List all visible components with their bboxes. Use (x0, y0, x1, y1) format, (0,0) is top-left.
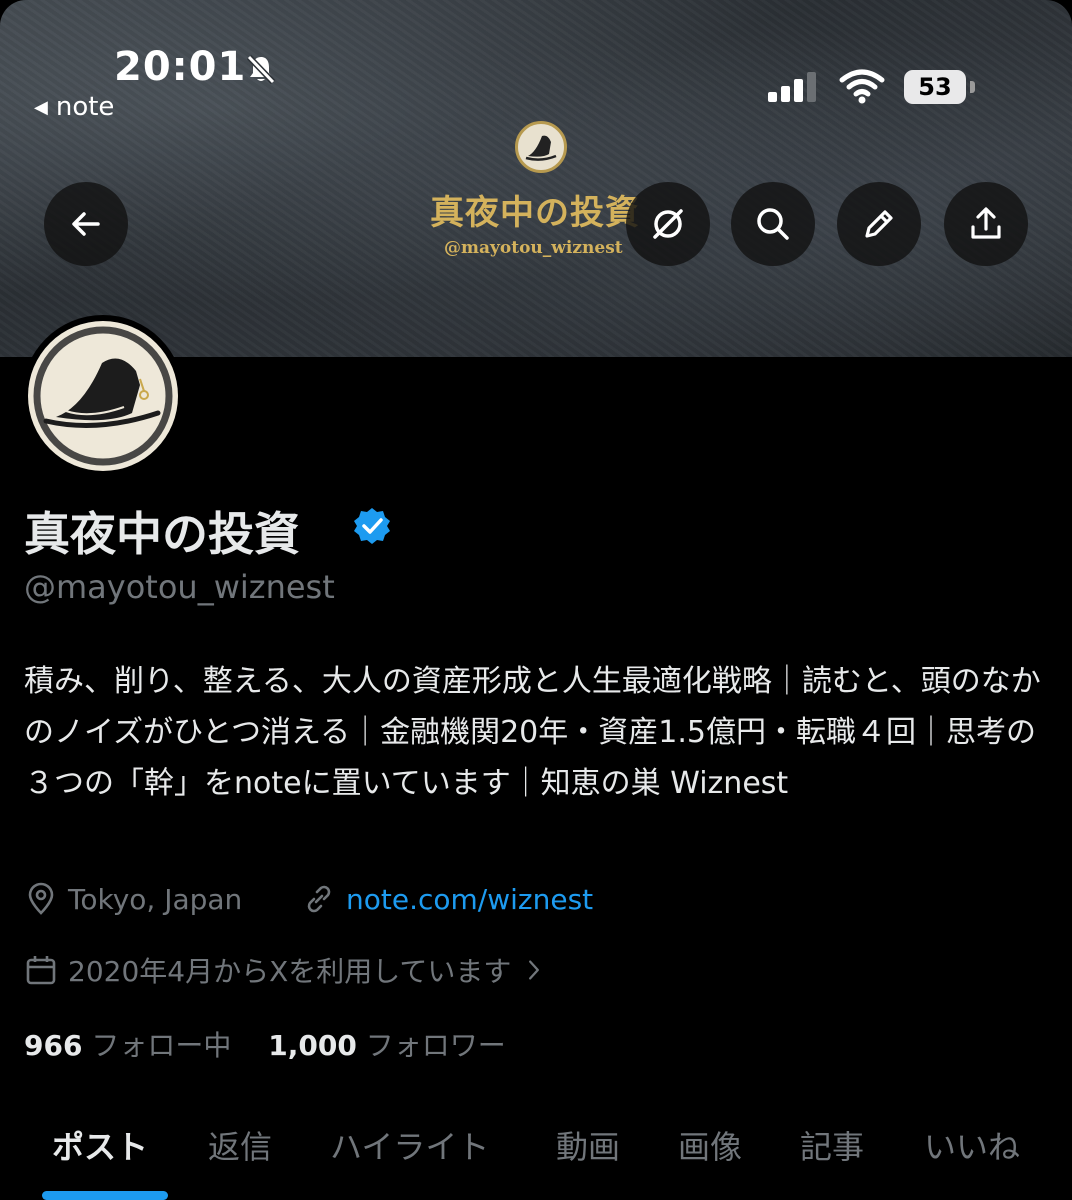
search-icon (757, 208, 789, 240)
avatar-image (28, 321, 178, 471)
location-row: Tokyo, Japan (24, 882, 242, 916)
cellular-signal-icon (768, 72, 816, 102)
grok-icon (653, 209, 683, 239)
wifi-icon (839, 69, 885, 104)
tab-highlights[interactable]: ハイライト (330, 1122, 489, 1168)
tab-videos[interactable]: 動画 (556, 1122, 620, 1168)
bell-mute-icon (246, 54, 276, 85)
following-stat[interactable]: 966 フォロー中 (24, 1029, 231, 1062)
share-icon (971, 207, 1001, 239)
back-triangle-icon: ◀ (34, 97, 48, 118)
link-icon (307, 885, 331, 913)
wizard-hat-icon (33, 326, 173, 466)
grok-button[interactable] (626, 182, 710, 266)
profile-tabs: ポスト 返信 ハイライト 動画 画像 記事 いいね (0, 1112, 1072, 1200)
back-to-app-link[interactable]: ◀ note (34, 92, 114, 122)
back-app-label: note (55, 92, 115, 122)
status-time: 20:01 (114, 44, 247, 90)
tab-images[interactable]: 画像 (678, 1122, 742, 1168)
search-button[interactable] (731, 182, 815, 266)
followers-stat[interactable]: 1,000 フォロワー (268, 1029, 506, 1062)
wizard-hat-icon (525, 135, 557, 161)
avatar[interactable] (22, 315, 184, 477)
banner-logo (515, 121, 567, 173)
tab-replies[interactable]: 返信 (208, 1122, 272, 1168)
battery-indicator: 53 (904, 70, 966, 104)
active-tab-indicator (42, 1191, 168, 1200)
following-count: 966 (24, 1029, 83, 1062)
profile-handle: @mayotou_wiznest (24, 568, 335, 606)
follow-stats: 966 フォロー中 1,000 フォロワー (24, 1024, 506, 1064)
followers-label: フォロワー (365, 1029, 506, 1062)
joined-row[interactable]: 2020年4月からXを利用しています (24, 950, 547, 990)
following-label: フォロー中 (91, 1029, 232, 1062)
share-button[interactable] (944, 182, 1028, 266)
battery-tip (970, 81, 975, 93)
tab-posts[interactable]: ポスト (52, 1122, 148, 1168)
tab-articles[interactable]: 記事 (800, 1122, 864, 1168)
website-link[interactable]: note.com/wiznest (346, 883, 593, 916)
chevron-right-icon (529, 960, 540, 980)
calendar-icon (26, 956, 56, 985)
banner-title: 真夜中の投資 (430, 193, 640, 233)
joined-text: 2020年4月からXを利用しています (68, 955, 512, 988)
back-button[interactable] (44, 182, 128, 266)
website-row[interactable]: note.com/wiznest (302, 882, 593, 916)
location-text: Tokyo, Japan (68, 882, 243, 916)
edit-button[interactable] (837, 182, 921, 266)
arrow-left-icon (72, 212, 100, 236)
profile-bio: 積み、削り、整える、大人の資産形成と人生最適化戦略｜読むと、頭のなかのノイズがひ… (24, 664, 1041, 801)
verified-badge-icon (354, 508, 390, 544)
banner-handle: @mayotou_wiznest (444, 238, 623, 258)
tab-likes[interactable]: いいね (924, 1122, 1020, 1168)
pencil-icon (865, 210, 893, 238)
location-pin-icon (28, 882, 54, 915)
followers-count: 1,000 (268, 1029, 357, 1062)
display-name: 真夜中の投資 (24, 507, 300, 561)
